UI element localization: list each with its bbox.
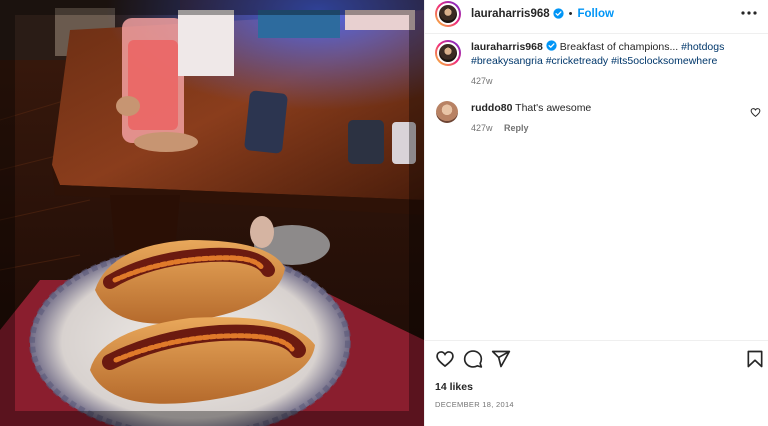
hashtag-link[interactable]: #its5oclocksomewhere [611, 55, 717, 67]
author-username[interactable]: lauraharris968 [471, 8, 550, 20]
comment-age: 427w [471, 123, 493, 133]
comment-item: ruddo80 That's awesome 427w Reply [436, 101, 761, 135]
author-avatar[interactable] [435, 0, 461, 27]
commenter-avatar[interactable] [436, 101, 458, 123]
caption-age: 427w [471, 76, 493, 86]
post-date: DECEMBER 18, 2014 [435, 400, 514, 409]
more-options-icon[interactable] [739, 4, 759, 22]
post-caption: lauraharris968 Breakfast of champions...… [435, 40, 755, 88]
reply-button[interactable]: Reply [504, 123, 529, 133]
header-divider [425, 33, 768, 34]
caption-avatar[interactable] [435, 40, 461, 66]
comment-username[interactable]: ruddo80 [471, 102, 512, 114]
hashtag-link[interactable]: #cricketready [546, 55, 608, 67]
comment-heart-icon[interactable] [750, 107, 761, 118]
verified-badge-icon [553, 8, 564, 19]
verified-badge-icon [546, 40, 557, 51]
post-side-panel: lauraharris968 • Follow lauraharris968 B… [424, 0, 768, 426]
post-header: lauraharris968 • Follow [425, 0, 768, 27]
bookmark-icon[interactable] [745, 349, 765, 369]
hashtag-link[interactable]: #breakysangria [471, 55, 543, 67]
comment-text: That's awesome [515, 102, 592, 114]
heart-icon[interactable] [435, 349, 455, 369]
post-photo[interactable] [0, 0, 424, 426]
follow-button[interactable]: Follow [578, 8, 614, 20]
share-icon[interactable] [491, 349, 511, 369]
caption-text: Breakfast of champions... [559, 41, 679, 53]
photo-image [0, 0, 424, 426]
action-bar [425, 349, 768, 371]
comment-icon[interactable] [463, 349, 483, 369]
header-separator: • [568, 7, 573, 20]
actions-divider [425, 340, 768, 341]
caption-username[interactable]: lauraharris968 [471, 41, 543, 53]
likes-count[interactable]: 14 likes [435, 381, 473, 393]
hashtag-link[interactable]: #hotdogs [681, 41, 724, 53]
